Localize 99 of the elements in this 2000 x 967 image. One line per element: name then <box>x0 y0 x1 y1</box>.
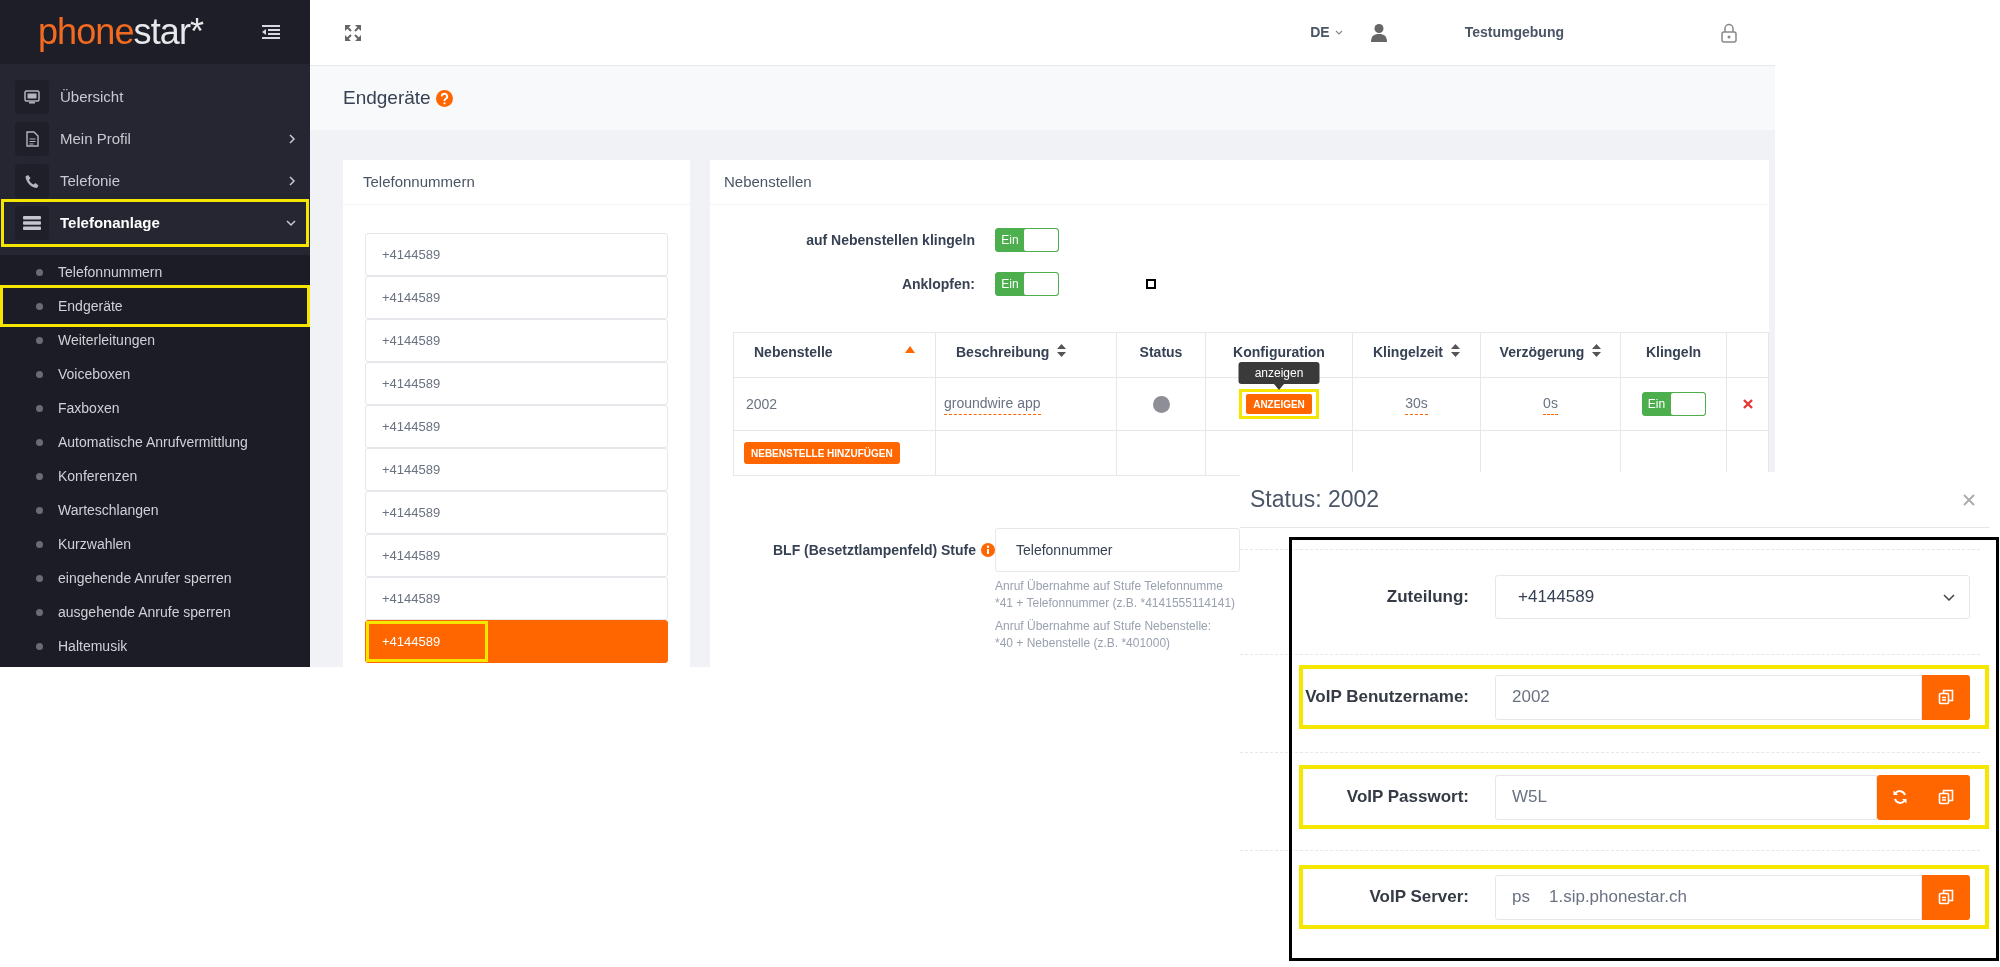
input-field[interactable]: W5L <box>1495 774 1877 820</box>
phone-number: +4144589 <box>381 589 442 608</box>
language-dropdown[interactable]: DE <box>1310 22 1343 43</box>
sidebar-item[interactable]: Telefonanlage <box>4 202 306 244</box>
field-label: VoIP Server: <box>1368 886 1469 909</box>
sidebar-item[interactable]: Telefonie <box>4 160 306 202</box>
phone-number-item[interactable]: +4144589 <box>365 491 668 534</box>
submenu-item[interactable]: Warteschlangen <box>4 493 306 527</box>
copy-icon <box>1938 889 1954 905</box>
input-field[interactable]: ps 1.sip.phonestar.ch <box>1495 874 1922 920</box>
field-value: ps <box>1512 886 1530 909</box>
field-label: VoIP Benutzername: <box>1304 686 1469 709</box>
environment-label: Testumgebung <box>1464 23 1564 42</box>
column-header[interactable]: Beschreibung <box>956 342 1050 363</box>
sort-icon[interactable] <box>1451 344 1460 357</box>
editable-text[interactable]: 0s <box>1543 393 1558 415</box>
phone-number: +4144589 <box>381 503 442 522</box>
column-header[interactable]: Konfiguration <box>1233 342 1325 363</box>
submenu-item[interactable]: Konferenzen <box>4 459 306 493</box>
submenu-item[interactable]: ausgehende Anrufe sperren <box>4 595 306 629</box>
submenu-item[interactable]: Faxboxen <box>4 391 306 425</box>
info-icon[interactable] <box>981 543 995 557</box>
tooltip: anzeigen <box>1238 362 1320 384</box>
lock-icon[interactable] <box>1721 22 1737 43</box>
sidebar-item[interactable]: Mein Profil <box>4 118 306 160</box>
field-value: W5L <box>1512 786 1547 809</box>
phone-number-item[interactable]: +4144589 <box>365 577 668 620</box>
user-icon[interactable] <box>1370 23 1387 42</box>
caret-icon <box>1334 30 1343 35</box>
phone-number-item[interactable]: +4144589 <box>365 362 668 405</box>
phone-number: +4144589 <box>381 546 442 565</box>
phone-number: +4144589 <box>381 374 442 393</box>
help-text: Anruf Übernahme auf Stufe Telefonnumme *41 + Telefonnummer (z.B. *4141555114141) <box>995 578 1237 612</box>
table-cell-text: 2002 <box>746 394 778 414</box>
sidebar-item[interactable]: Übersicht <box>4 76 306 118</box>
select-field[interactable]: +4144589 <box>1495 575 1970 619</box>
copy-icon <box>1938 689 1954 705</box>
editable-text[interactable]: 30s <box>1405 393 1428 415</box>
close-icon[interactable] <box>1963 493 1975 506</box>
square-icon <box>1146 279 1156 289</box>
phone-number: +4144589 <box>381 245 442 264</box>
phone-number-item[interactable]: +4144589 <box>365 233 668 276</box>
field-value: 1.sip.phonestar.ch <box>1548 886 1687 909</box>
toggle-label: auf Nebenstellen klingeln <box>805 230 975 250</box>
sort-ascending-icon[interactable] <box>905 346 915 353</box>
submenu-item[interactable]: Automatische Anrufvermittlung <box>4 425 306 459</box>
tooltip-arrow-icon <box>1274 384 1284 390</box>
column-header[interactable]: Verzögerung <box>1499 342 1585 363</box>
refresh-button[interactable] <box>1877 774 1922 820</box>
submenu-item[interactable]: Voiceboxen <box>4 357 306 391</box>
field-label: BLF (Besetztlampenfeld) Stufe <box>773 540 976 560</box>
phone-number-item[interactable]: +4144589 <box>365 276 668 319</box>
panel-title: Status: 2002 <box>1250 485 1380 515</box>
phone-number: +4144589 <box>381 288 442 307</box>
menu-collapse-icon[interactable] <box>262 25 280 39</box>
sort-icon[interactable] <box>1057 344 1067 357</box>
phone-number: +4144589 <box>366 621 488 662</box>
delete-icon[interactable] <box>1742 399 1753 409</box>
sort-icon[interactable] <box>1592 344 1602 357</box>
submenu-item[interactable]: eingehende Anrufer sperren <box>4 561 306 595</box>
copy-button[interactable] <box>1922 774 1970 820</box>
phone-number: +4144589 <box>381 460 442 479</box>
card-title: Telefonnummern <box>363 171 475 192</box>
document-icon <box>25 131 39 147</box>
chevron-down-icon <box>1943 593 1955 601</box>
field-label: Zuteilung: <box>1385 586 1469 609</box>
field-value: 2002 <box>1512 686 1550 709</box>
submenu-item[interactable]: Kurzwahlen <box>4 527 306 561</box>
logo[interactable]: phonestar* <box>38 14 204 50</box>
submenu-item[interactable]: Telefonnummern <box>4 255 306 289</box>
submenu-item[interactable]: Weiterleitungen <box>4 323 306 357</box>
submenu-item[interactable]: Haltemusik <box>4 629 306 663</box>
toggle-label: Anklopfen: <box>900 274 975 294</box>
column-header[interactable]: Status <box>1139 342 1183 363</box>
server-icon <box>23 216 41 230</box>
copy-button[interactable] <box>1922 674 1970 720</box>
phone-number-item[interactable]: +4144589 <box>365 319 668 362</box>
phone-number-item[interactable]: +4144589 <box>365 534 668 577</box>
copy-icon <box>1938 789 1954 805</box>
page-title: Endgeräte <box>343 85 431 110</box>
field-label: VoIP Passwort: <box>1345 786 1469 809</box>
copy-button[interactable] <box>1922 874 1970 920</box>
input-field[interactable]: 2002 <box>1495 674 1922 720</box>
help-icon[interactable] <box>435 89 453 107</box>
column-header[interactable]: Klingelzeit <box>1373 342 1443 363</box>
editable-text[interactable]: groundwire app <box>944 393 1041 415</box>
select-field[interactable]: Telefonnummer <box>995 528 1240 572</box>
phone-icon <box>24 173 40 189</box>
column-header[interactable]: Klingeln <box>1645 342 1702 363</box>
expand-icon[interactable] <box>345 24 361 41</box>
phone-number: +4144589 <box>381 331 442 350</box>
phone-number-item[interactable]: +4144589 <box>365 448 668 491</box>
monitor-icon <box>24 90 40 104</box>
column-header[interactable]: Nebenstelle <box>754 342 833 363</box>
refresh-icon <box>1891 789 1908 805</box>
phone-number: +4144589 <box>381 417 442 436</box>
phone-number-item[interactable]: +4144589 <box>365 405 668 448</box>
help-text: Anruf Übernahme auf Stufe Nebenstelle: *40 + Nebenstelle (z.B. *401000) <box>995 618 1213 652</box>
card-title: Nebenstellen <box>724 171 812 192</box>
